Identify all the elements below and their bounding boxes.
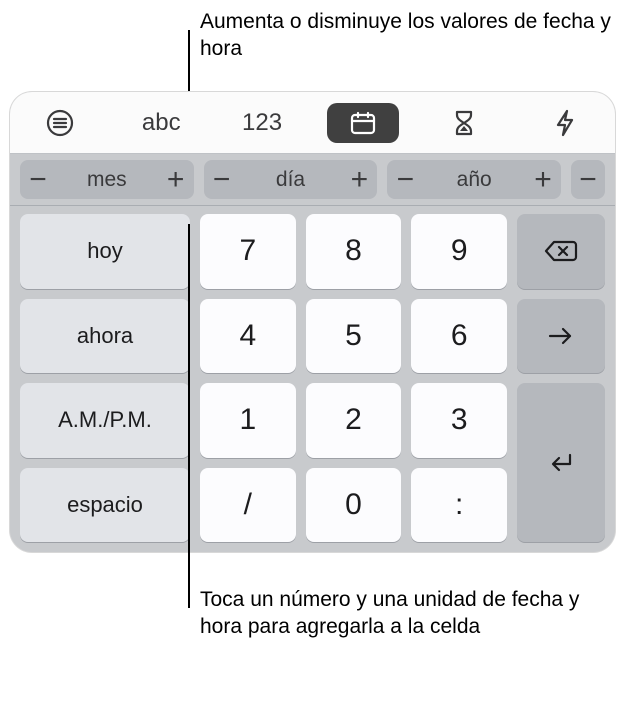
today-button[interactable]: hoy <box>20 214 190 289</box>
backspace-icon <box>544 239 578 263</box>
key-3[interactable]: 3 <box>411 383 507 458</box>
tab-date[interactable] <box>313 92 414 153</box>
menu-icon <box>45 108 75 138</box>
day-stepper[interactable]: − día + <box>204 160 378 199</box>
key-6[interactable]: 6 <box>411 299 507 374</box>
key-8[interactable]: 8 <box>306 214 402 289</box>
next-stepper[interactable]: − <box>571 160 605 199</box>
key-9[interactable]: 9 <box>411 214 507 289</box>
now-button[interactable]: ahora <box>20 299 190 374</box>
tab-text-label: abc <box>142 109 181 137</box>
month-stepper[interactable]: − mes + <box>20 160 194 199</box>
key-5[interactable]: 5 <box>306 299 402 374</box>
tab-duration[interactable] <box>413 92 514 153</box>
backspace-button[interactable] <box>517 214 605 289</box>
key-4[interactable]: 4 <box>200 299 296 374</box>
space-button[interactable]: espacio <box>20 468 190 543</box>
key-2[interactable]: 2 <box>306 383 402 458</box>
bolt-icon <box>554 108 576 138</box>
keypad-grid: hoy 7 8 9 ahora 4 5 6 A.M./P.M. 1 2 3 <box>10 206 615 552</box>
tab-text[interactable]: abc <box>111 92 212 153</box>
tab-quick[interactable] <box>514 92 615 153</box>
plus-icon: + <box>158 165 194 195</box>
callout-bottom: Toca un número y una unidad de fecha y h… <box>200 586 625 641</box>
year-stepper[interactable]: − año + <box>387 160 561 199</box>
tab-numbers[interactable]: 123 <box>212 92 313 153</box>
ampm-button[interactable]: A.M./P.M. <box>20 383 190 458</box>
return-icon <box>546 451 576 475</box>
mode-tabs: abc 123 <box>10 92 615 154</box>
plus-icon: + <box>525 165 561 195</box>
key-7[interactable]: 7 <box>200 214 296 289</box>
day-label: día <box>240 168 342 192</box>
key-1[interactable]: 1 <box>200 383 296 458</box>
minus-icon: − <box>20 165 56 195</box>
tab-menu[interactable] <box>10 92 111 153</box>
arrow-right-icon <box>546 326 576 346</box>
next-button[interactable] <box>517 299 605 374</box>
date-unit-row: − mes + − día + − año + − <box>10 154 615 206</box>
return-button[interactable] <box>517 383 605 542</box>
minus-icon: − <box>387 165 423 195</box>
plus-icon: + <box>341 165 377 195</box>
key-slash[interactable]: / <box>200 468 296 543</box>
month-label: mes <box>56 168 158 192</box>
keyboard: abc 123 <box>10 92 615 552</box>
tab-numbers-label: 123 <box>242 109 282 137</box>
callout-top: Aumenta o disminuye los valores de fecha… <box>200 8 625 63</box>
year-label: año <box>423 168 525 192</box>
minus-icon: − <box>204 165 240 195</box>
minus-icon: − <box>571 165 605 195</box>
callout-line <box>188 224 190 608</box>
key-0[interactable]: 0 <box>306 468 402 543</box>
key-colon[interactable]: : <box>411 468 507 543</box>
calendar-icon <box>349 110 377 136</box>
hourglass-icon <box>452 108 476 138</box>
